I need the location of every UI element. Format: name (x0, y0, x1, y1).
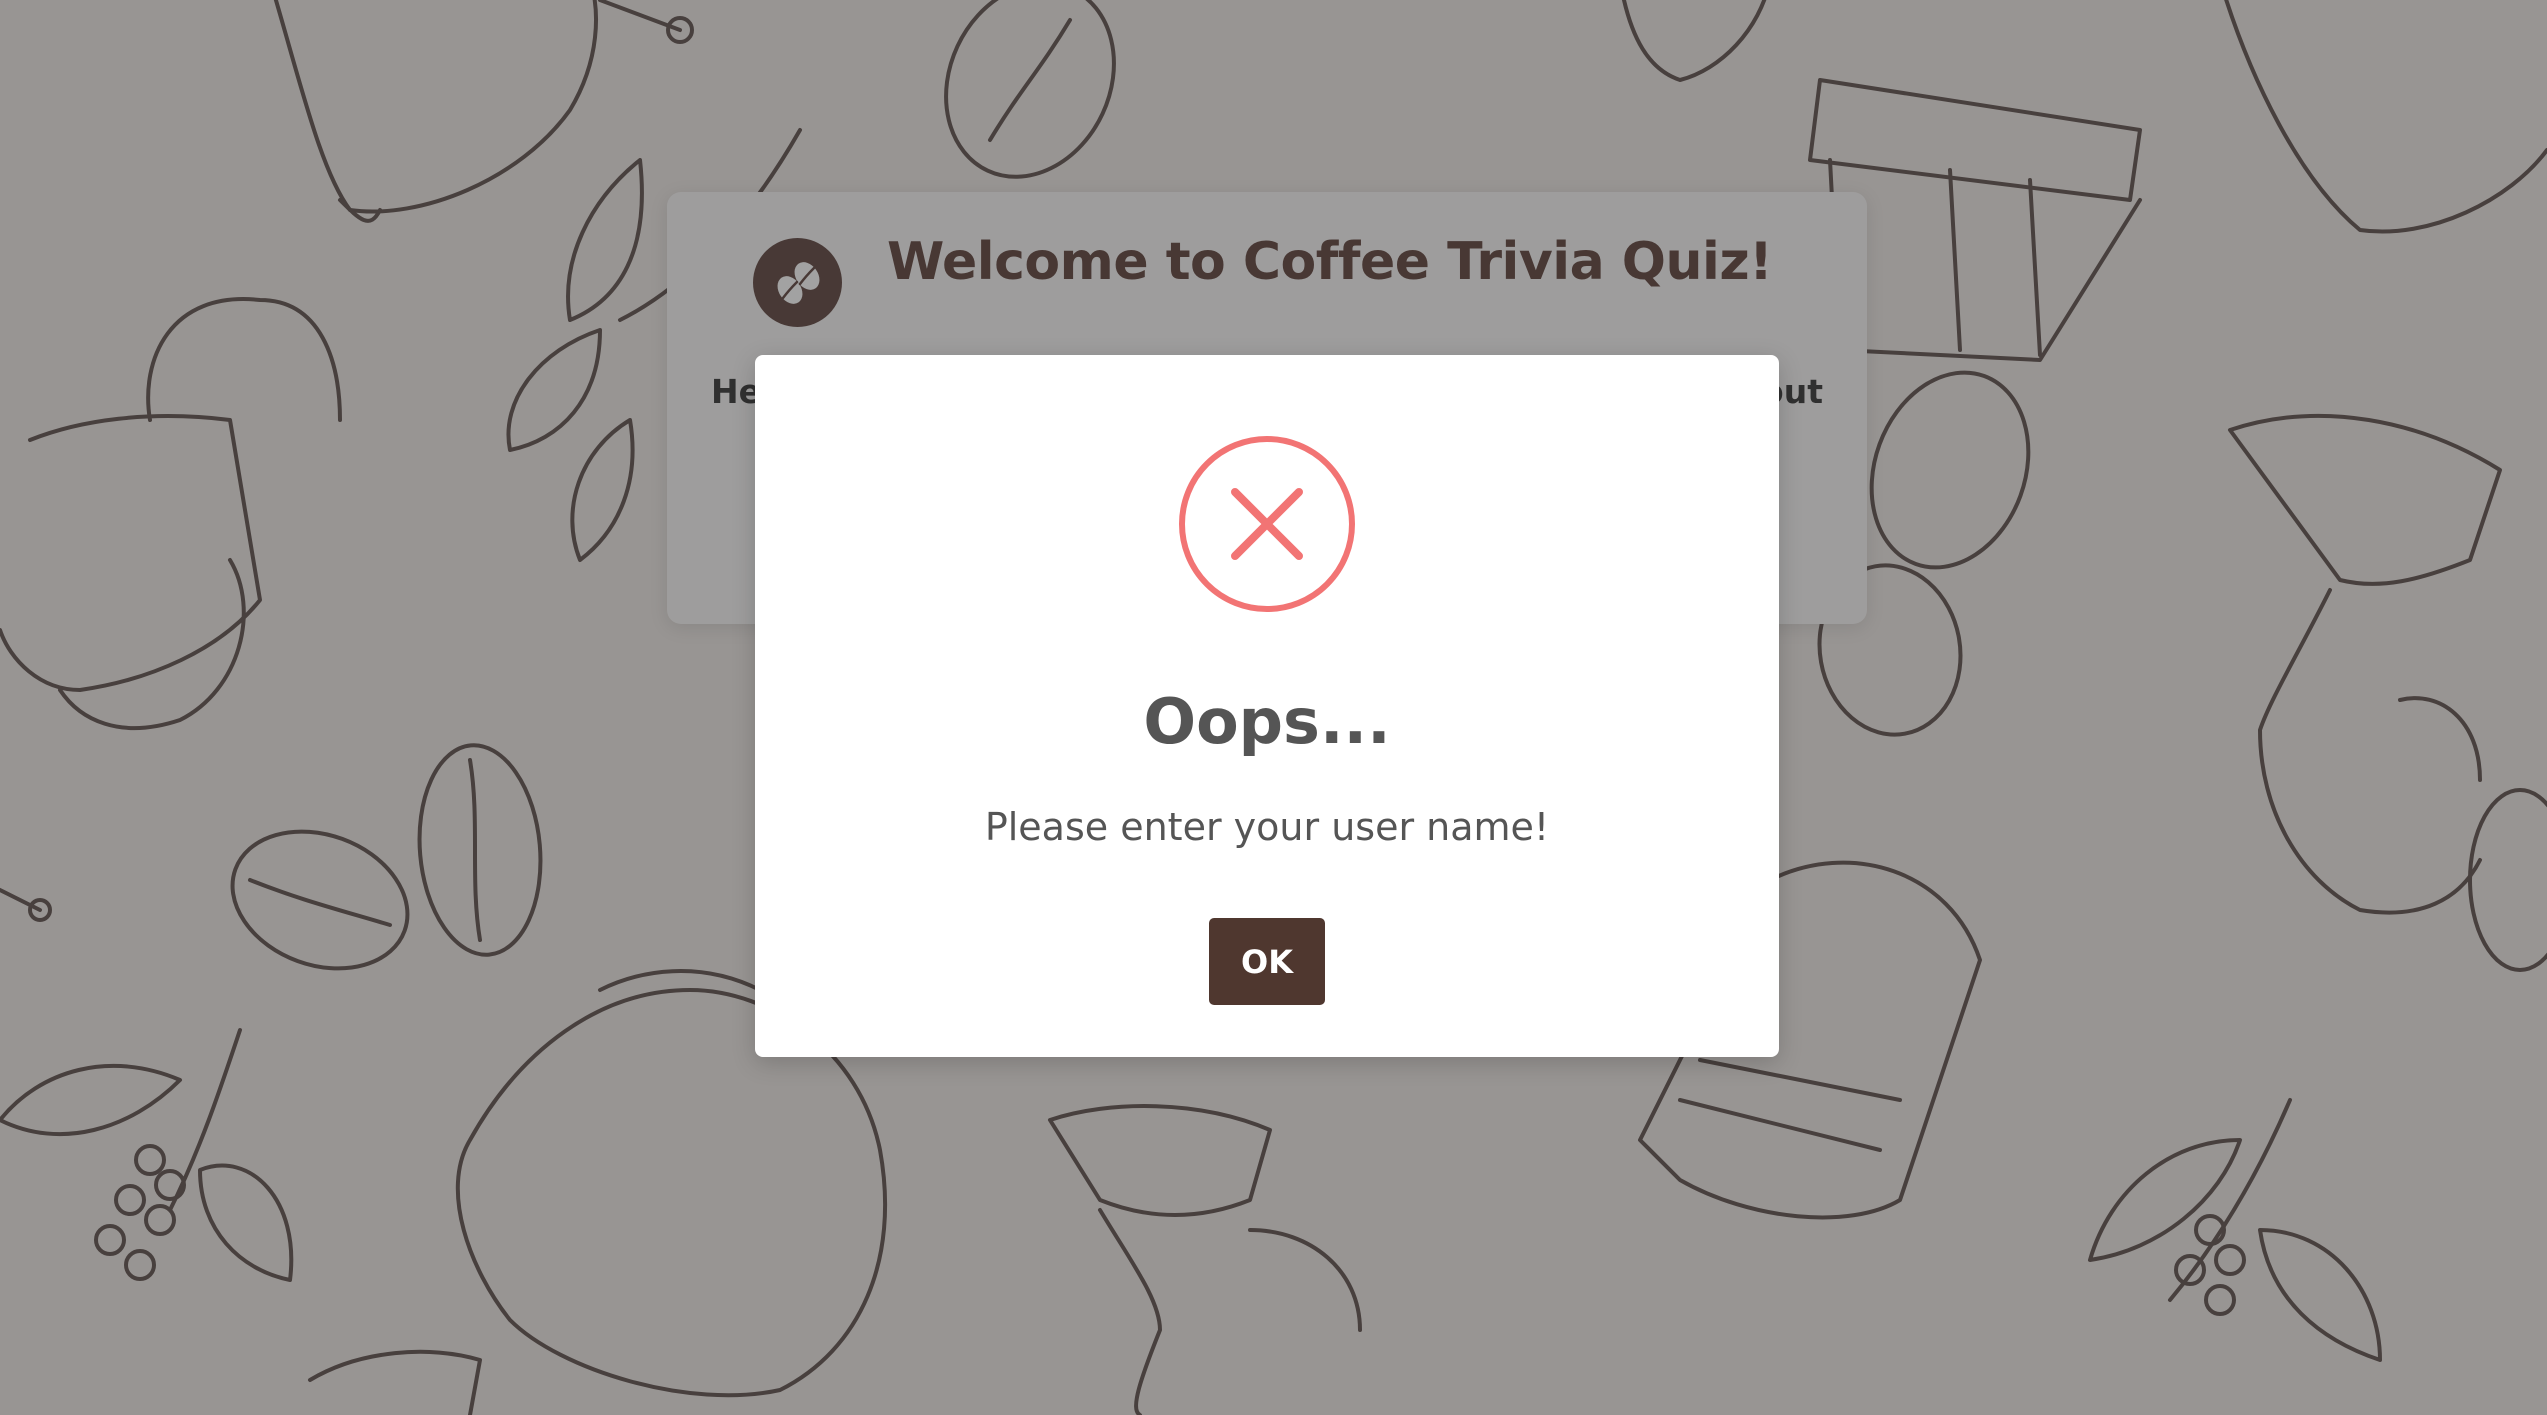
page: Welcome to Coffee Trivia Quiz! He out Oo… (0, 0, 2547, 1415)
ok-button[interactable]: OK (1209, 918, 1325, 1005)
dialog-message: Please enter your user name! (984, 805, 1550, 849)
error-dialog: Oops... Please enter your user name! OK (755, 355, 1779, 1057)
error-x-icon (1179, 436, 1355, 612)
dialog-title: Oops... (1143, 685, 1391, 758)
